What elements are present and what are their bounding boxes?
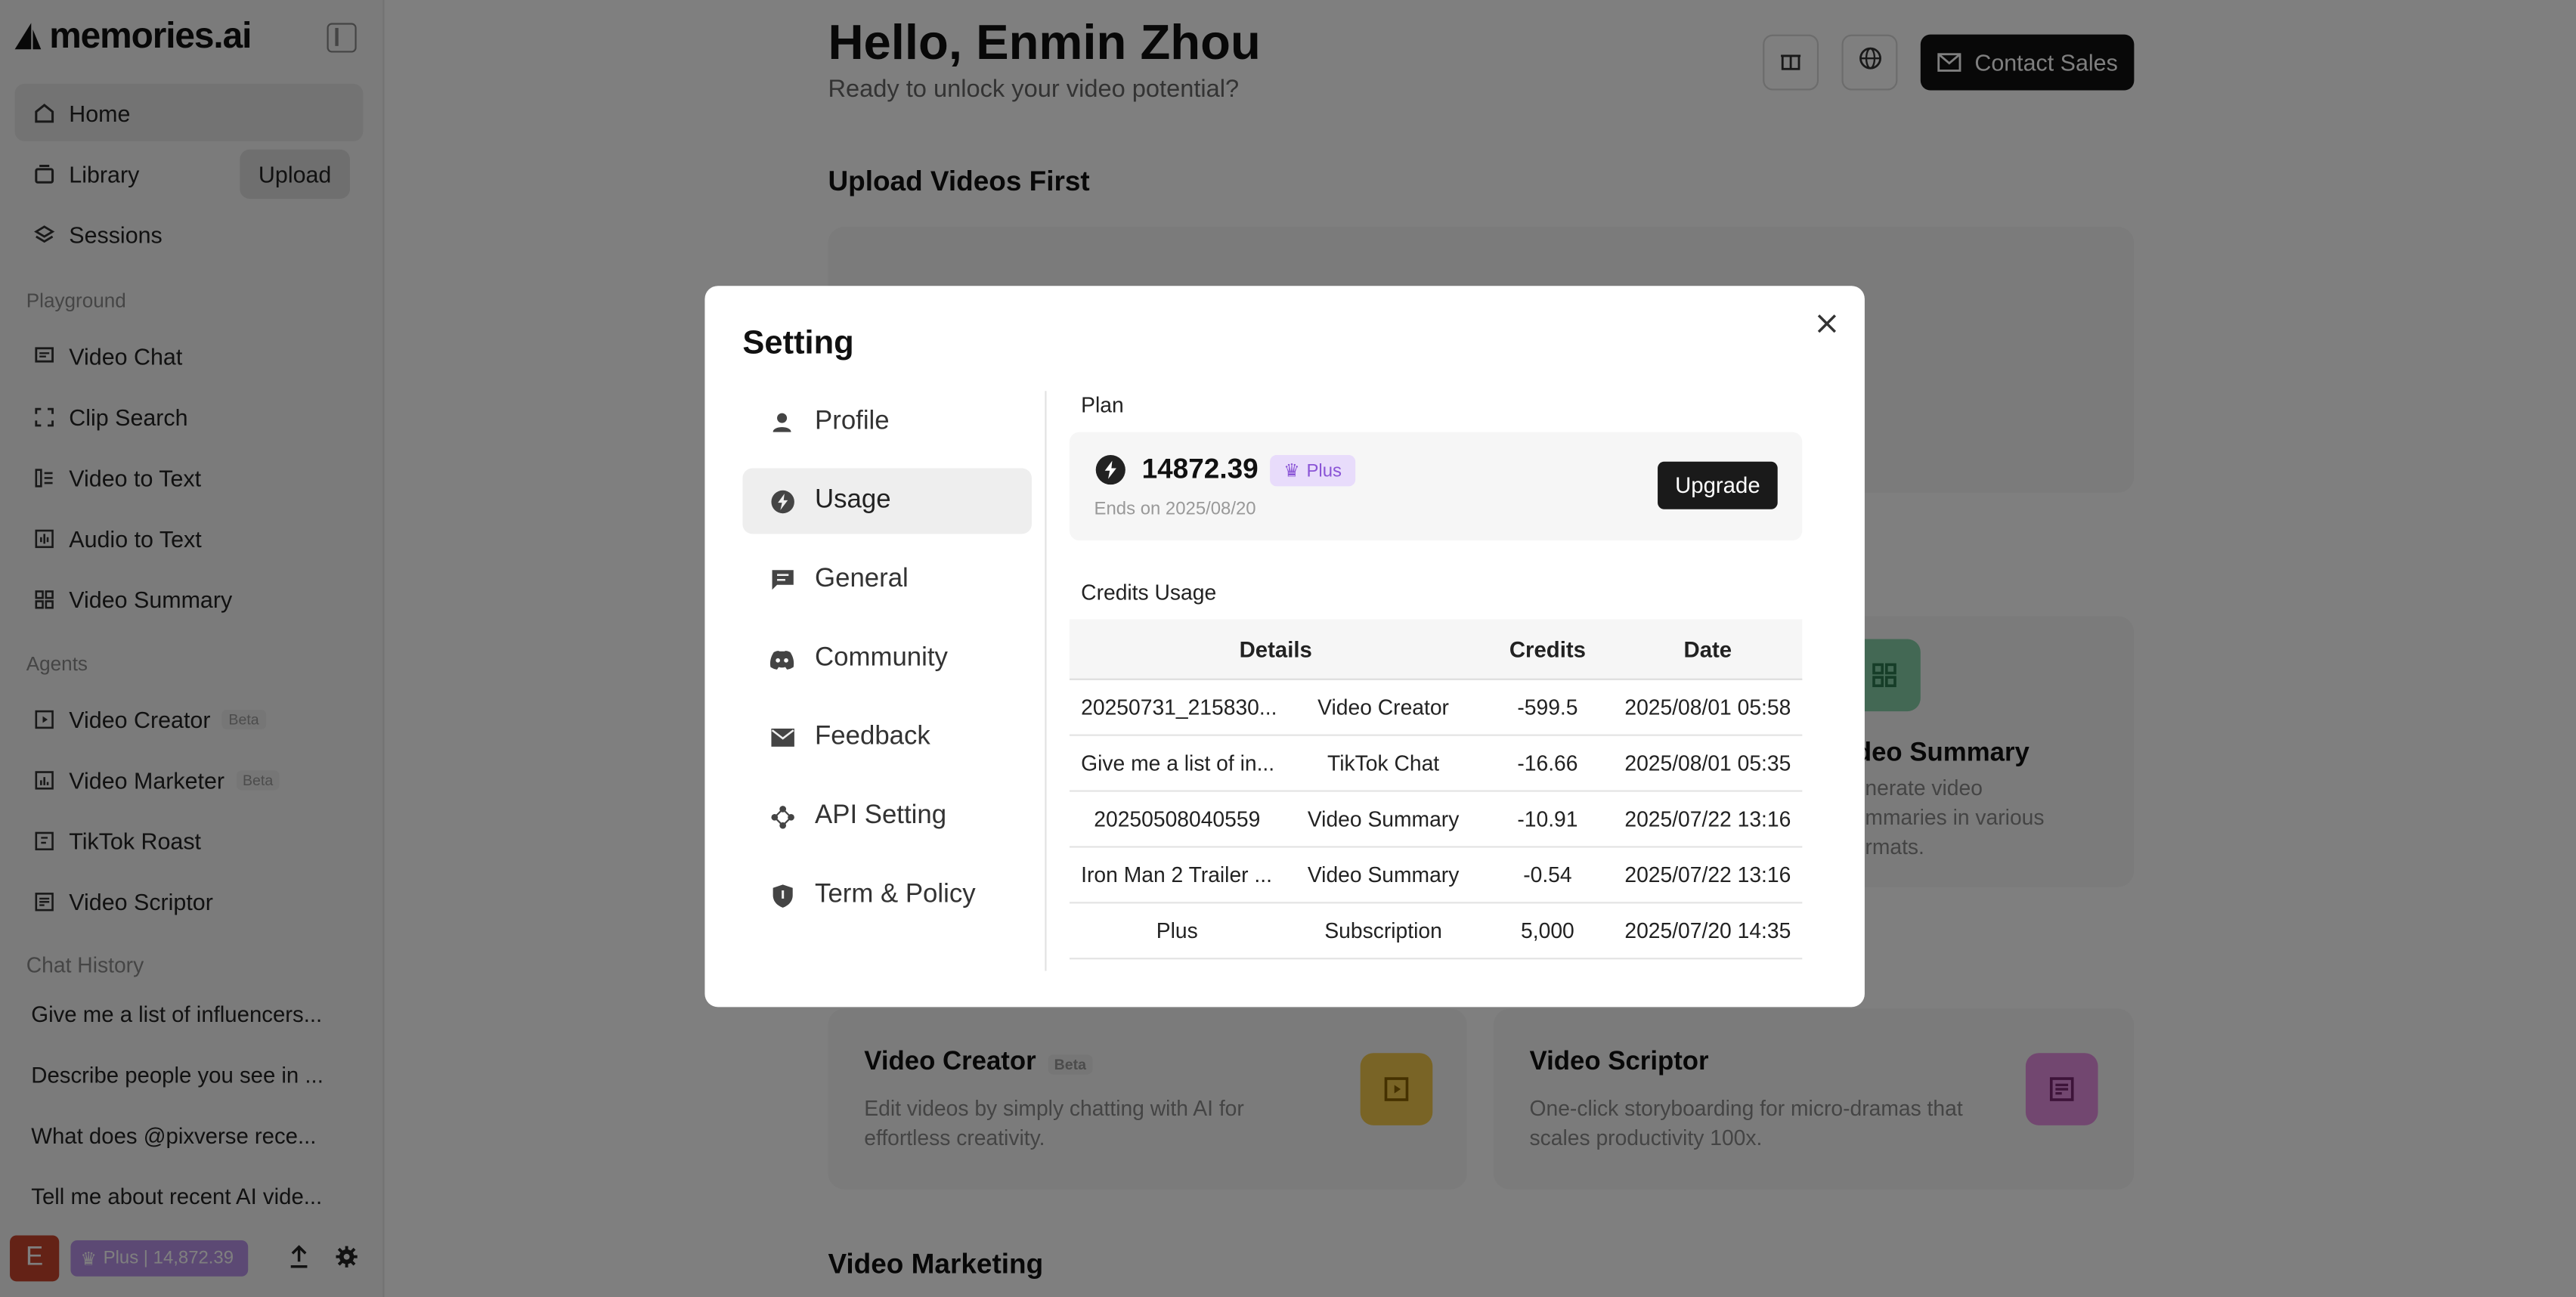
menu-label: General [815,565,909,593]
settings-menu-api-setting[interactable]: API Setting [742,784,1032,850]
settings-modal: Setting Profile Usage General Community … [704,286,1865,1008]
table-header: Details Credits Date [1069,619,1803,680]
shield-icon [769,882,795,909]
row-name: 20250508040559 [1094,806,1261,831]
row-credits: -16.66 [1517,751,1578,775]
table-row: Plus Subscription 5,000 2025/07/20 14:35 [1069,903,1803,960]
table-row: Iron Man 2 Trailer ... Video Summary -0.… [1069,848,1803,904]
row-type: Subscription [1324,918,1442,943]
plan-section-label: Plan [1081,392,1124,418]
modal-divider [1045,391,1047,971]
row-type: TikTok Chat [1327,751,1440,775]
row-credits: -10.91 [1517,806,1578,831]
row-name: Give me a list of in... [1081,751,1275,775]
credits-balance: 14872.39 [1141,453,1259,485]
row-type: Video Creator [1317,695,1449,720]
message-icon [769,567,795,593]
row-date: 2025/08/01 05:58 [1624,695,1791,720]
plan-card: 14872.39 ♛ Plus Ends on 2025/08/20 Upgra… [1069,432,1803,541]
row-name: Plus [1156,918,1198,943]
row-type: Video Summary [1307,806,1460,831]
row-credits: -599.5 [1517,695,1578,720]
credits-usage-label: Credits Usage [1081,580,1217,605]
upgrade-button[interactable]: Upgrade [1658,461,1778,509]
row-credits: -0.54 [1523,862,1572,887]
row-name: 20250731_215830... [1081,695,1277,720]
row-date: 2025/07/22 13:16 [1624,862,1791,887]
row-name: Iron Man 2 Trailer ... [1081,862,1273,887]
mail-icon [769,725,795,751]
table-row: Give me a list of in... TikTok Chat -16.… [1069,736,1803,792]
menu-label: Community [815,644,948,672]
settings-menu-term-policy[interactable]: Term & Policy [742,862,1032,928]
credits-usage-table: Details Credits Date 20250731_215830... … [1069,619,1803,960]
menu-label: Feedback [815,723,930,751]
bolt-icon [1095,455,1125,485]
menu-label: Usage [815,486,891,515]
plan-badge: ♛ Plus [1270,455,1356,487]
close-icon[interactable] [1814,311,1841,337]
api-icon [769,803,795,830]
menu-label: Profile [815,407,890,435]
settings-menu-feedback[interactable]: Feedback [742,704,1032,770]
plan-end-date: Ends on 2025/08/20 [1094,499,1256,519]
column-header-credits: Credits [1509,636,1586,661]
menu-label: API Setting [815,801,947,830]
row-date: 2025/07/20 14:35 [1624,918,1791,943]
column-header-details: Details [1239,636,1312,661]
bolt-icon [769,488,795,515]
plan-badge-label: Plus [1306,460,1342,481]
settings-menu-community[interactable]: Community [742,626,1032,692]
settings-menu-profile[interactable]: Profile [742,389,1032,455]
table-row: 20250508040559 Video Summary -10.91 2025… [1069,792,1803,848]
row-date: 2025/08/01 05:35 [1624,751,1791,775]
settings-menu-general[interactable]: General [742,547,1032,613]
column-header-date: Date [1683,636,1732,661]
crown-icon: ♛ [1283,461,1300,481]
discord-icon [769,645,795,672]
table-row: 20250731_215830... Video Creator -599.5 … [1069,680,1803,736]
modal-title: Setting [742,325,854,362]
person-icon [769,409,795,435]
menu-label: Term & Policy [815,880,976,909]
row-credits: 5,000 [1521,918,1574,943]
row-type: Video Summary [1307,862,1460,887]
row-date: 2025/07/22 13:16 [1624,806,1791,831]
settings-menu-usage[interactable]: Usage [742,468,1032,534]
